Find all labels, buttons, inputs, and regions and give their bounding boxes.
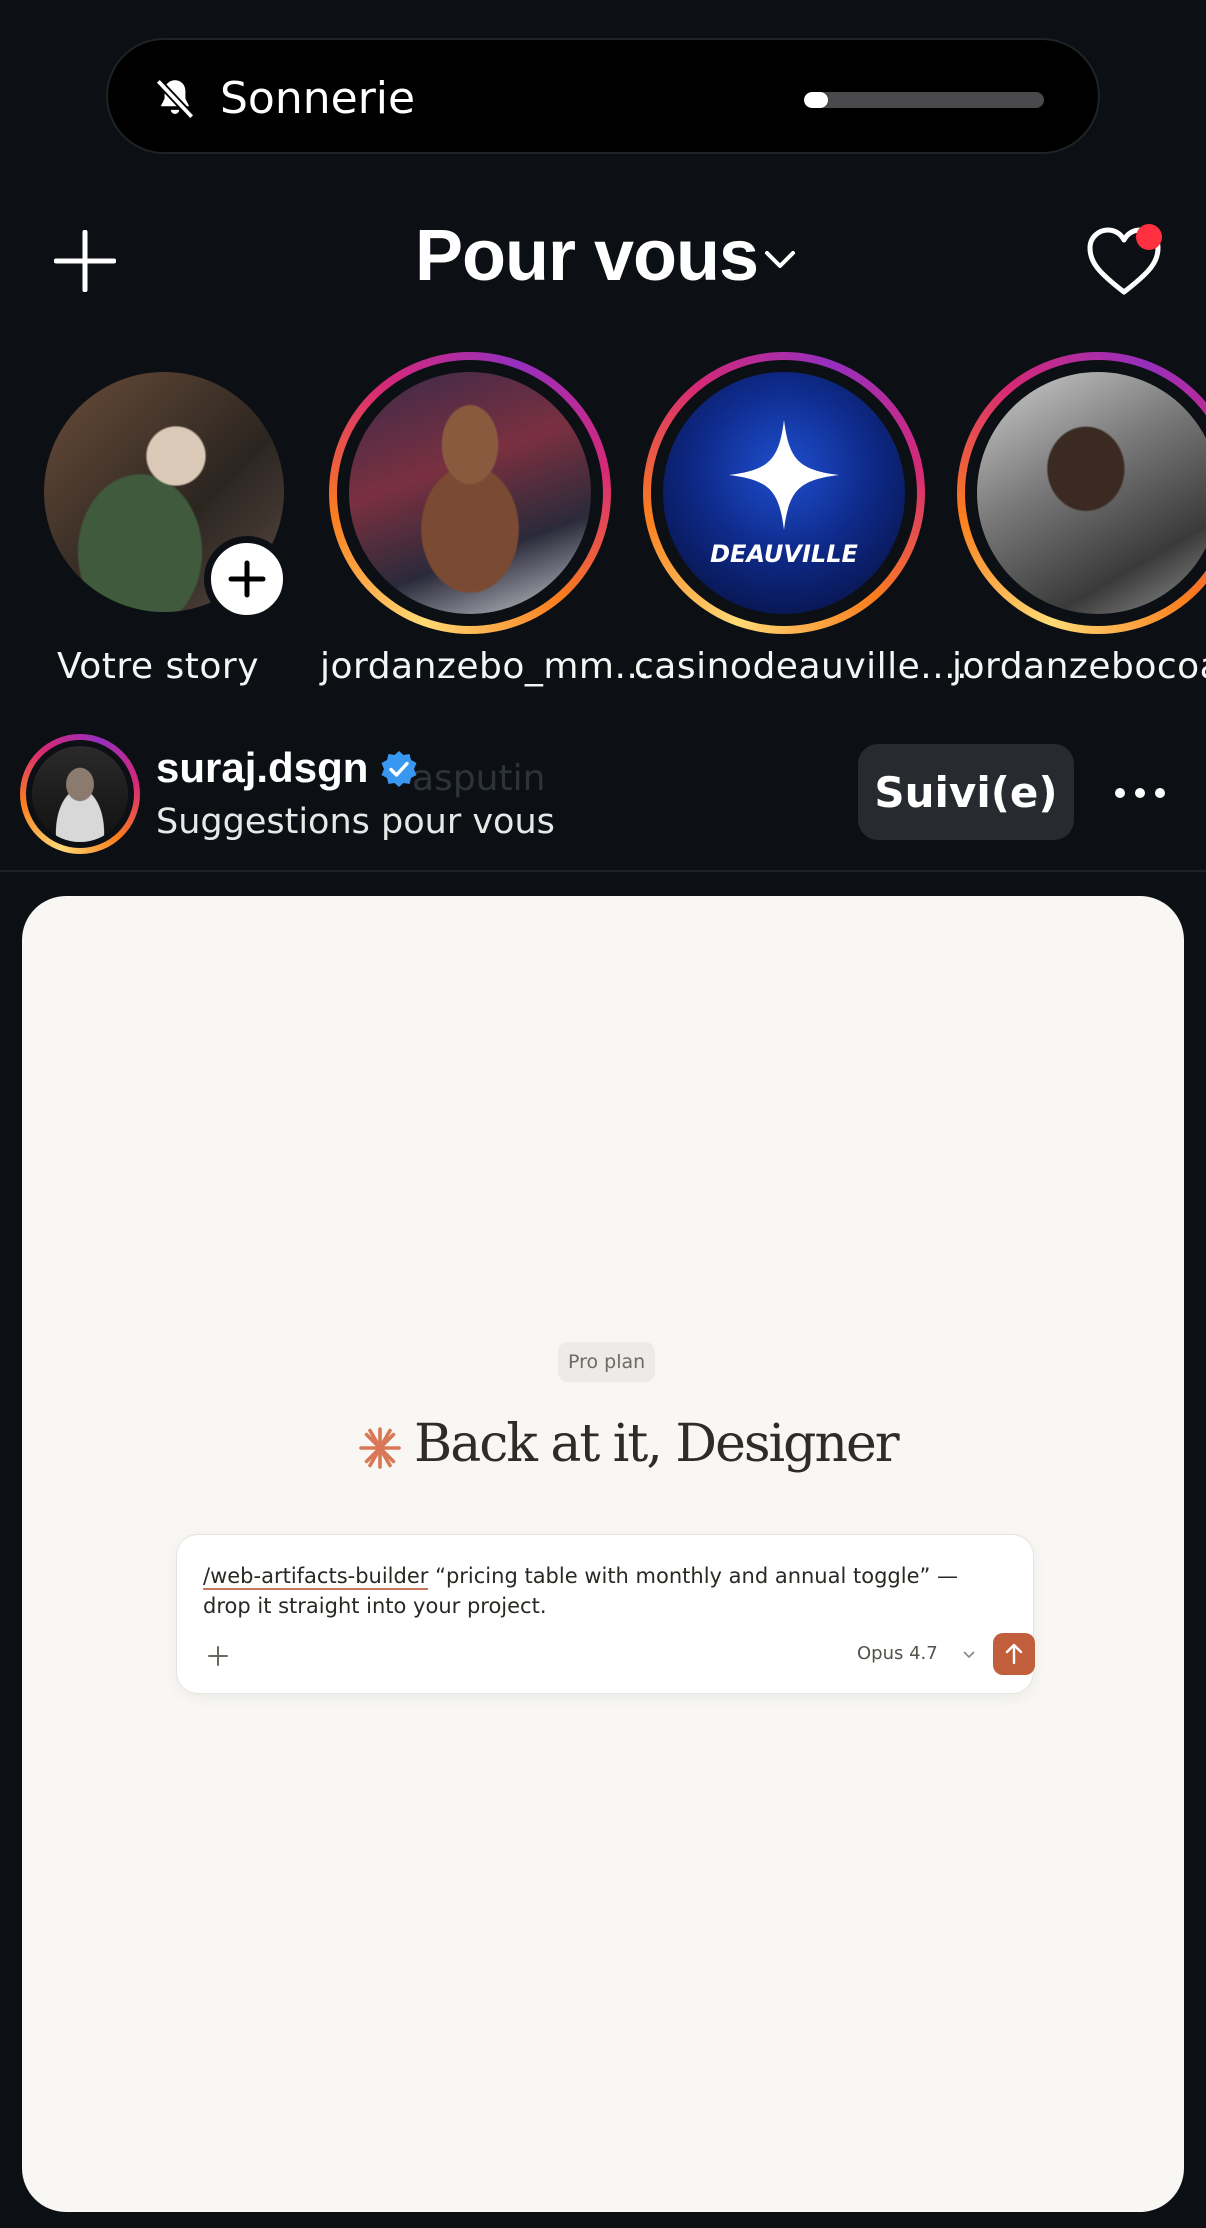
asterisk-logo-icon (359, 1427, 401, 1469)
story-own[interactable]: Votre story (8, 352, 308, 692)
send-button[interactable] (993, 1633, 1035, 1675)
ringer-status-pill: Sonnerie (106, 38, 1100, 154)
post-media-card[interactable]: Pro plan Back at it, Designer /web-artif… (22, 896, 1184, 2212)
post-username[interactable]: suraj.dsgn (156, 744, 368, 792)
arrow-up-icon (1005, 1643, 1023, 1665)
story-ring: DEAUVILLE (643, 352, 925, 634)
story-item[interactable]: jordanzebo_mm... (320, 352, 651, 692)
notification-dot (1136, 224, 1162, 250)
attach-plus-icon[interactable] (207, 1645, 229, 1667)
chevron-down-icon[interactable] (762, 244, 798, 274)
overlapping-caption-text: asputin (412, 758, 546, 799)
greeting-heading: Back at it, Designer (414, 1414, 900, 1474)
following-button[interactable]: Suivi(e) (858, 744, 1074, 840)
chevron-down-icon[interactable] (963, 1650, 975, 1660)
story-item[interactable]: DEAUVILLE casinodeauville.... (634, 352, 969, 692)
story-avatar (977, 372, 1206, 614)
post-author-avatar[interactable] (20, 734, 140, 854)
prompt-command: /web-artifacts-builder (203, 1564, 429, 1590)
prompt-input-box[interactable]: /web-artifacts-builder “pricing table wi… (176, 1534, 1035, 1694)
ringer-volume-bar (804, 92, 1044, 108)
story-username: casinodeauville.... (634, 646, 969, 687)
sparkle-star-icon (729, 420, 839, 530)
model-selector[interactable]: Opus 4.7 (857, 1643, 938, 1664)
divider (0, 870, 1206, 872)
story-avatar: DEAUVILLE (663, 372, 905, 614)
bell-slash-icon (155, 78, 195, 120)
prompt-text[interactable]: /web-artifacts-builder “pricing table wi… (203, 1561, 1003, 1621)
ringer-volume-fill (804, 92, 828, 108)
verified-badge-icon (381, 751, 417, 787)
story-ring (329, 352, 611, 634)
plus-icon (228, 560, 266, 598)
add-story-button[interactable] (204, 536, 290, 622)
story-avatar (349, 372, 591, 614)
ringer-label: Sonnerie (220, 73, 416, 124)
story-username: Votre story (56, 646, 260, 687)
story-item[interactable]: jordanzebocoac (948, 352, 1206, 692)
post-subtitle: Suggestions pour vous (156, 802, 555, 842)
plan-badge: Pro plan (558, 1342, 656, 1382)
story-username: jordanzebo_mm... (320, 646, 651, 687)
feed-selector-title[interactable]: Pour vous (415, 215, 759, 297)
create-post-button[interactable] (54, 230, 116, 292)
casino-logo-text: DEAUVILLE (710, 540, 858, 568)
story-username: jordanzebocoac (952, 646, 1206, 687)
story-ring (957, 352, 1206, 634)
more-horizontal-icon[interactable] (1112, 778, 1168, 808)
